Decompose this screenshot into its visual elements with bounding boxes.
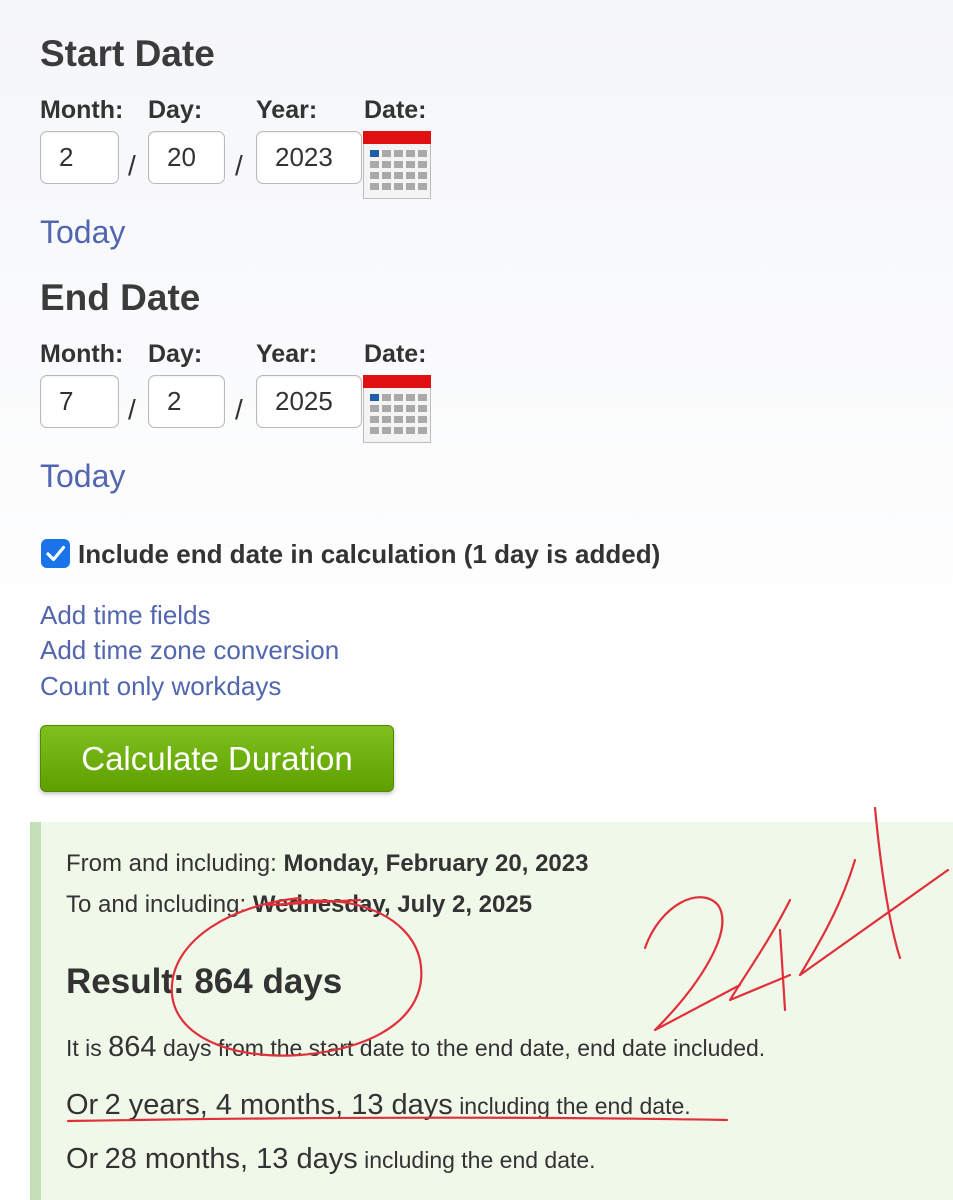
start-separator: / <box>235 150 243 181</box>
end-year-label: Year: <box>256 340 318 368</box>
from-value: Monday, February 20, 2023 <box>283 850 589 877</box>
result-line-years-suffix: including the end date. <box>459 1093 691 1119</box>
checkmark-icon <box>46 545 66 562</box>
result-line-years-prefix: Or <box>66 1089 99 1121</box>
start-month-input[interactable] <box>40 131 119 184</box>
start-day-input[interactable] <box>148 131 225 184</box>
include-end-checkbox[interactable] <box>41 539 70 568</box>
start-day-label: Day: <box>148 96 203 124</box>
end-date-heading: End Date <box>40 277 201 318</box>
end-day-label: Day: <box>148 340 203 368</box>
end-date-label: Date: <box>364 340 427 368</box>
add-time-fields-link[interactable]: Add time fields <box>40 600 211 631</box>
result-months-value: 28 months, 13 days <box>104 1143 358 1175</box>
add-time-zone-link[interactable]: Add time zone conversion <box>40 635 339 666</box>
end-month-input[interactable] <box>40 375 119 428</box>
result-line-days-suffix: days from the start date to the end date… <box>162 1035 766 1061</box>
start-year-input[interactable] <box>256 131 362 184</box>
result-line-months-suffix: including the end date. <box>364 1147 596 1173</box>
from-label: From and including: <box>66 850 277 877</box>
start-date-label: Date: <box>364 96 427 124</box>
start-today-link[interactable]: Today <box>40 214 125 251</box>
result-line-days-prefix: It is <box>66 1035 102 1061</box>
from-line: From and including: Monday, February 20,… <box>66 850 588 878</box>
end-separator: / <box>235 394 243 425</box>
to-line: To and including: Wednesday, July 2, 202… <box>66 891 532 919</box>
start-separator: / <box>128 150 136 181</box>
to-value: Wednesday, July 2, 2025 <box>252 891 533 918</box>
calculate-duration-button[interactable]: Calculate Duration <box>40 725 394 792</box>
result-line-years: Or 2 years, 4 months, 13 days including … <box>66 1089 691 1122</box>
start-date-heading: Start Date <box>40 33 215 74</box>
start-month-label: Month: <box>40 96 124 124</box>
count-workdays-link[interactable]: Count only workdays <box>40 671 281 702</box>
result-title: Result: 864 days <box>66 962 343 1001</box>
result-line-months-prefix: Or <box>66 1143 99 1175</box>
result-years-value: 2 years, 4 months, 13 days <box>104 1089 453 1121</box>
include-end-label[interactable]: Include end date in calculation (1 day i… <box>78 539 660 570</box>
end-separator: / <box>128 394 136 425</box>
to-label: To and including: <box>66 891 247 918</box>
start-year-label: Year: <box>256 96 318 124</box>
end-today-link[interactable]: Today <box>40 458 125 495</box>
result-line-days: It is 864 days from the start date to th… <box>66 1031 765 1064</box>
end-year-input[interactable] <box>256 375 362 428</box>
end-day-input[interactable] <box>148 375 225 428</box>
calendar-icon[interactable] <box>363 131 431 199</box>
result-line-months: Or 28 months, 13 days including the end … <box>66 1143 596 1176</box>
calendar-icon[interactable] <box>363 375 431 443</box>
end-month-label: Month: <box>40 340 124 368</box>
result-days-number: 864 <box>108 1031 157 1063</box>
